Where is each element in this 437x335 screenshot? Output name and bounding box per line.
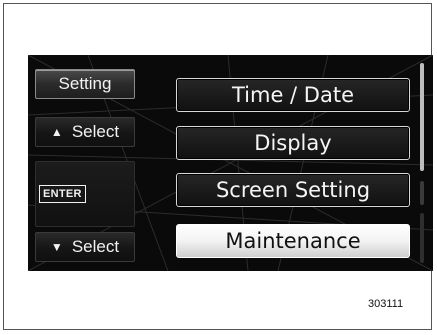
enter-button[interactable]: ENTER: [35, 161, 135, 227]
display-screen: Setting ▲ Select ENTER ▼ Select Time / D…: [28, 55, 433, 271]
scroll-thumb-upper[interactable]: [420, 63, 424, 171]
scroll-track-lower: [420, 213, 424, 263]
arrow-down-icon: ▼: [50, 240, 63, 254]
arrow-up-icon: ▲: [50, 125, 63, 139]
menu-item-label: Time / Date: [231, 83, 354, 107]
menu-item-maintenance[interactable]: Maintenance: [176, 224, 410, 258]
enter-label: ENTER: [39, 185, 86, 203]
menu-item-display[interactable]: Display: [176, 126, 410, 160]
select-down-button[interactable]: ▼ Select: [35, 232, 135, 262]
menu-item-label: Maintenance: [225, 229, 361, 253]
select-down-label: Select: [71, 237, 120, 256]
setting-label: Setting: [58, 74, 112, 93]
menu-scrollbar[interactable]: [420, 63, 424, 263]
select-up-button[interactable]: ▲ Select: [35, 117, 135, 147]
select-up-label: Select: [71, 122, 120, 141]
menu-item-label: Screen Setting: [215, 178, 371, 202]
setting-button[interactable]: Setting: [35, 69, 135, 99]
menu-item-time-date[interactable]: Time / Date: [176, 78, 410, 112]
menu-item-label: Display: [254, 131, 332, 155]
scroll-track: [420, 181, 424, 205]
figure-number: 303111: [368, 298, 404, 310]
menu-item-screen-setting[interactable]: Screen Setting: [176, 173, 410, 207]
